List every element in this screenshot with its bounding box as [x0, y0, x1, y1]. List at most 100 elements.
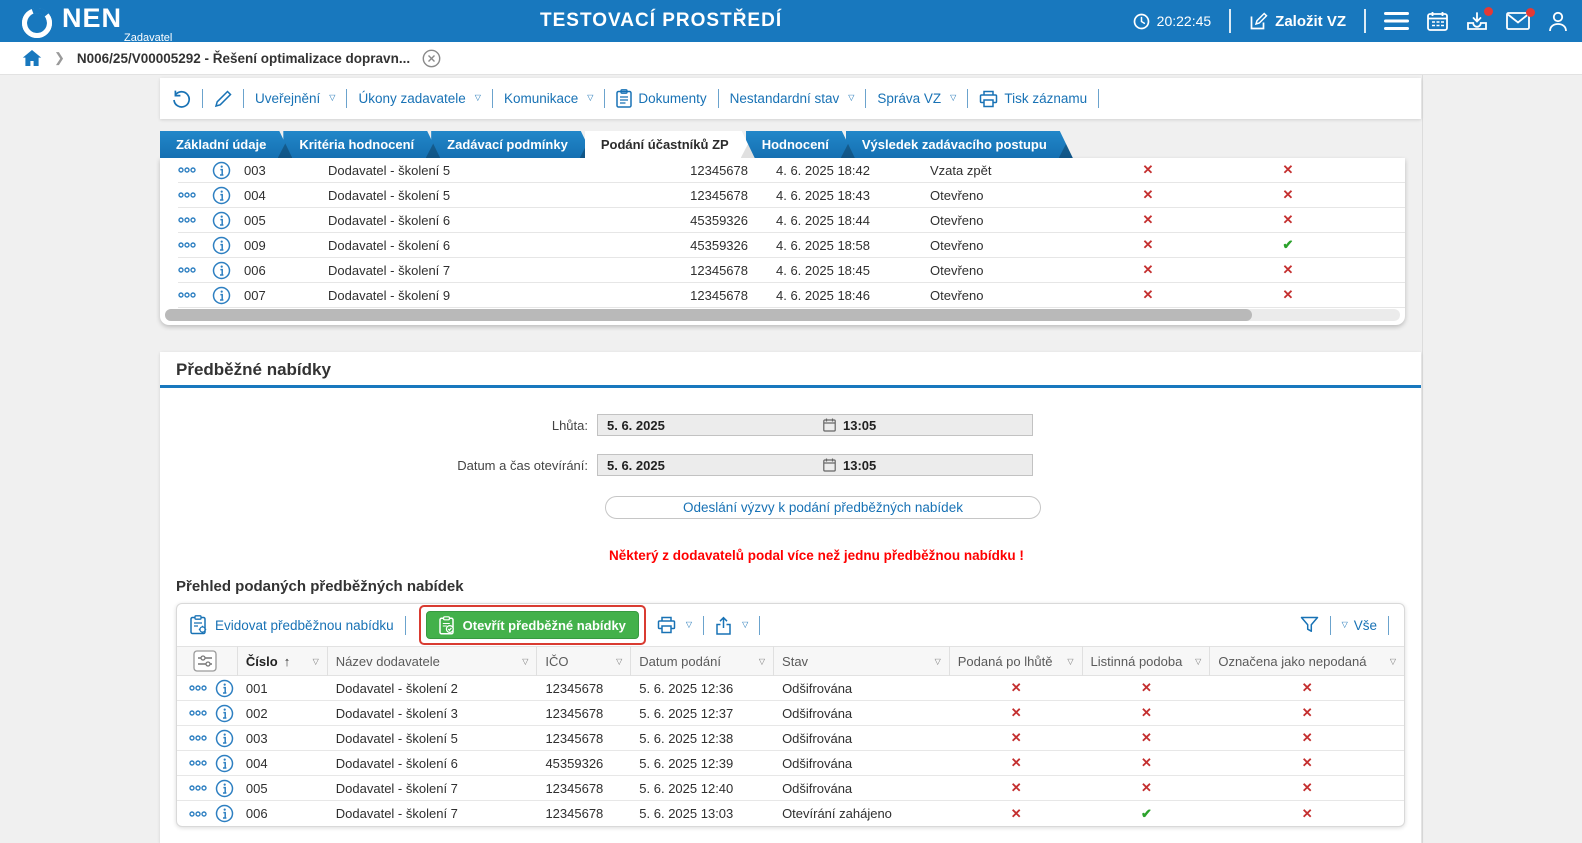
close-record-icon[interactable]	[422, 49, 441, 68]
cell-ico: 45359326	[537, 756, 631, 771]
ellipsis-icon[interactable]	[189, 684, 207, 692]
column-header-datum[interactable]: Datum podání▽	[631, 646, 774, 676]
ellipsis-icon[interactable]	[189, 784, 207, 792]
toolbar-item-sprava-vz[interactable]: Správa VZ▽	[877, 91, 956, 106]
cell-nazev-dodavatele: Dodavatel - školení 5	[328, 188, 660, 203]
tab[interactable]: Hodnocení	[746, 131, 855, 158]
record-tabs: Základní údaje Kritéria hodnocení Zadáva…	[160, 131, 1073, 158]
caret-down-icon[interactable]: ▽	[1067, 657, 1073, 666]
ellipsis-icon[interactable]	[189, 810, 207, 818]
column-header-cislo[interactable]: Číslo ↑ ▽	[238, 646, 328, 676]
info-icon[interactable]	[215, 779, 234, 798]
ellipsis-icon[interactable]	[189, 734, 207, 742]
oteviranie-date-value[interactable]: 5. 6. 2025	[598, 458, 823, 473]
toolbar-item-nestandardni-stav[interactable]: Nestandardní stav▽	[730, 91, 855, 106]
table-row[interactable]: 003 Dodavatel - školení 5 12345678 4. 6.…	[178, 158, 1405, 183]
row-info-button[interactable]	[212, 186, 242, 205]
toolbar-item-tisk-zaznamu[interactable]: Tisk záznamu	[979, 90, 1087, 108]
divider	[1388, 616, 1389, 635]
inbox-download-button[interactable]	[1466, 11, 1488, 32]
row-info-button[interactable]	[212, 161, 242, 180]
ellipsis-icon[interactable]	[189, 709, 207, 717]
brand[interactable]: NENZadavatel	[20, 3, 172, 40]
calendar-icon[interactable]	[1427, 11, 1448, 31]
info-icon[interactable]	[215, 679, 234, 698]
print-menu-button[interactable]: ▽	[657, 616, 692, 634]
menu-hamburger-icon[interactable]	[1384, 12, 1409, 30]
undo-button[interactable]	[172, 89, 191, 108]
scrollbar-thumb[interactable]	[165, 309, 1252, 321]
otevrit-nabidky-button[interactable]: Otevřít předběžné nabídky	[426, 611, 639, 639]
row-info-button[interactable]	[212, 236, 242, 255]
row-menu-button[interactable]	[178, 191, 212, 199]
send-call-button[interactable]: Odeslání výzvy k podání předběžných nabí…	[605, 496, 1041, 519]
caret-down-icon[interactable]: ▽	[522, 657, 528, 666]
ellipsis-icon[interactable]	[189, 759, 207, 767]
caret-down-icon[interactable]: ▽	[1195, 657, 1201, 666]
table-row[interactable]: 002 Dodavatel - školení 3 12345678 5. 6.…	[177, 701, 1404, 726]
column-header-stav[interactable]: Stav▽	[774, 646, 950, 676]
lhuta-time-value[interactable]: 13:05	[823, 418, 876, 433]
edit-record-button[interactable]	[214, 90, 232, 108]
info-icon[interactable]	[215, 804, 234, 823]
column-header-ico[interactable]: IČO▽	[537, 646, 631, 676]
filter-vse-dropdown[interactable]: ▽ Vše	[1342, 618, 1377, 633]
user-icon[interactable]	[1548, 11, 1568, 32]
info-icon[interactable]	[215, 729, 234, 748]
row-menu-button[interactable]	[178, 266, 212, 274]
column-header-po-lhute[interactable]: Podaná po lhůtě▽	[950, 646, 1083, 676]
oteviranie-time-value[interactable]: 13:05	[823, 458, 876, 473]
info-icon[interactable]	[215, 754, 234, 773]
row-menu-button[interactable]	[178, 166, 212, 174]
column-header-nazev[interactable]: Název dodavatele▽	[328, 646, 538, 676]
record-crumb[interactable]: N006/25/V00005292 - Řešení optimalizace …	[77, 51, 410, 66]
row-info-button[interactable]	[212, 261, 242, 280]
create-vz-button[interactable]: Založit VZ	[1249, 12, 1346, 31]
oteviranie-field[interactable]: 5. 6. 2025 13:05	[597, 454, 1033, 476]
caret-down-icon[interactable]: ▽	[313, 657, 319, 666]
cell-stav: Otevřeno	[888, 213, 1078, 228]
table-row[interactable]: 004 Dodavatel - školení 6 45359326 5. 6.…	[177, 751, 1404, 776]
table-row[interactable]: 006 Dodavatel - školení 7 12345678 4. 6.…	[178, 258, 1405, 283]
horizontal-scrollbar[interactable]	[165, 309, 1400, 321]
cell-ico: 12345678	[537, 681, 631, 696]
toolbar-item-uverejneni[interactable]: Uveřejnění▽	[255, 91, 335, 106]
evidovat-nabidku-button[interactable]: Evidovat předběžnou nabídku	[190, 615, 394, 635]
caret-down-icon[interactable]: ▽	[1390, 657, 1396, 666]
row-info-button[interactable]	[212, 211, 242, 230]
table-row[interactable]: 004 Dodavatel - školení 5 12345678 4. 6.…	[178, 183, 1405, 208]
caret-down-icon[interactable]: ▽	[616, 657, 622, 666]
filter-button[interactable]	[1300, 616, 1319, 634]
table-row[interactable]: 006 Dodavatel - školení 7 12345678 5. 6.…	[177, 801, 1404, 826]
row-menu-button[interactable]	[178, 291, 212, 299]
toolbar-item-ukony-zadavatele[interactable]: Úkony zadavatele▽	[358, 91, 480, 106]
info-icon[interactable]	[215, 704, 234, 723]
table-row[interactable]: 005 Dodavatel - školení 6 45359326 4. 6.…	[178, 208, 1405, 233]
table-row[interactable]: 003 Dodavatel - školení 5 12345678 5. 6.…	[177, 726, 1404, 751]
tab[interactable]: Podání účastníků ZP	[585, 131, 755, 158]
lhuta-field[interactable]: 5. 6. 2025 13:05	[597, 414, 1033, 436]
row-menu-button[interactable]	[178, 216, 212, 224]
lhuta-date-value[interactable]: 5. 6. 2025	[598, 418, 823, 433]
table-row[interactable]: 005 Dodavatel - školení 7 12345678 5. 6.…	[177, 776, 1404, 801]
messages-button[interactable]	[1506, 12, 1530, 30]
table-row[interactable]: 009 Dodavatel - školení 6 45359326 4. 6.…	[178, 233, 1405, 258]
toolbar-item-komunikace[interactable]: Komunikace▽	[504, 91, 593, 106]
row-menu-button[interactable]	[178, 241, 212, 249]
caret-down-icon[interactable]: ▽	[759, 657, 765, 666]
table-settings-button[interactable]	[193, 650, 217, 672]
table-row[interactable]: 001 Dodavatel - školení 2 12345678 5. 6.…	[177, 676, 1404, 701]
column-header-listinna[interactable]: Listinná podoba▽	[1083, 646, 1211, 676]
tab[interactable]: Zadávací podmínky	[431, 131, 594, 158]
export-menu-button[interactable]: ▽	[715, 616, 748, 635]
table-row[interactable]: 007 Dodavatel - školení 9 12345678 4. 6.…	[178, 283, 1405, 308]
toolbar-item-dokumenty[interactable]: Dokumenty	[616, 89, 706, 108]
tab[interactable]: Výsledek zadávacího postupu	[846, 131, 1073, 158]
caret-down-icon[interactable]: ▽	[935, 657, 941, 666]
home-icon[interactable]	[22, 49, 42, 67]
tab[interactable]: Základní údaje	[160, 131, 292, 158]
tab[interactable]: Kritéria hodnocení	[283, 131, 440, 158]
document-icon	[616, 89, 632, 108]
column-header-nepodana[interactable]: Označena jako nepodaná▽	[1210, 646, 1404, 676]
row-info-button[interactable]	[212, 286, 242, 305]
